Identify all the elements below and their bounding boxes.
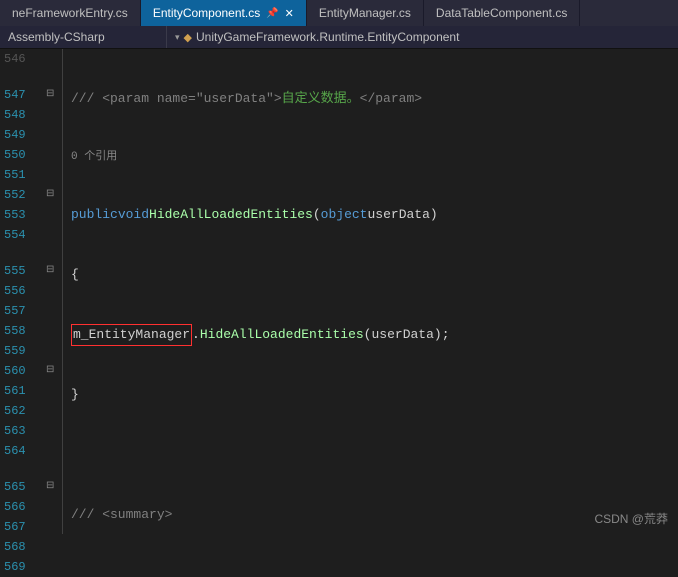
code-line: m_EntityManager.HideAllLoadedEntities(us… [71, 325, 678, 345]
code-editor[interactable]: 546 547 548 549 550 551 552 553 554 555 … [0, 49, 678, 534]
symbol-path: UnityGameFramework.Runtime.EntityCompone… [196, 30, 459, 44]
line-number: 556 [4, 281, 38, 301]
tab-file-2[interactable]: EntityManager.cs [307, 0, 424, 26]
project-dropdown[interactable]: Assembly-CSharp [0, 26, 167, 48]
code-area[interactable]: /// <param name="userData">自定义数据。</param… [63, 49, 678, 534]
fold-gutter: ⊟ ⊟ ⊟ ⊟ ⊟ [46, 49, 62, 534]
pin-icon[interactable]: 📌 [266, 8, 278, 19]
code-line: /// <param name="userData">自定义数据。</param… [71, 89, 678, 109]
line-number: 546 [4, 49, 38, 69]
line-number: 551 [4, 165, 38, 185]
line-number: 552 [4, 185, 38, 205]
line-number: 554 [4, 225, 38, 245]
fold-toggle[interactable]: ⊟ [46, 185, 62, 205]
line-number: 562 [4, 401, 38, 421]
code-line [71, 445, 678, 465]
line-number: 550 [4, 145, 38, 165]
line-number: 553 [4, 205, 38, 225]
line-number: 547 [4, 85, 38, 105]
code-line: } [71, 385, 678, 405]
fold-toggle[interactable]: ⊟ [46, 261, 62, 281]
line-number: 559 [4, 341, 38, 361]
tab-label: EntityComponent.cs [153, 6, 260, 20]
code-line: public void HideAllLoadedEntities(object… [71, 205, 678, 225]
tab-file-1[interactable]: EntityComponent.cs 📌 ✕ [141, 0, 307, 26]
line-number: 549 [4, 125, 38, 145]
tab-bar: neFrameworkEntry.cs EntityComponent.cs 📌… [0, 0, 678, 26]
tab-label: DataTableComponent.cs [436, 6, 567, 20]
watermark: CSDN @荒莽 [594, 510, 668, 527]
line-number: 558 [4, 321, 38, 341]
line-number: 561 [4, 381, 38, 401]
chevron-down-icon: ▾ [175, 32, 180, 43]
line-number: 568 [4, 537, 38, 557]
code-line: { [71, 265, 678, 285]
line-number: 548 [4, 105, 38, 125]
fold-toggle[interactable]: ⊟ [46, 477, 62, 497]
close-icon[interactable]: ✕ [285, 7, 294, 20]
line-number: 563 [4, 421, 38, 441]
symbol-dropdown[interactable]: ▾ ◆ UnityGameFramework.Runtime.EntityCom… [167, 30, 467, 44]
project-name: Assembly-CSharp [8, 30, 105, 44]
line-number-gutter: 546 547 548 549 550 551 552 553 554 555 … [0, 49, 46, 534]
class-icon: ◆ [184, 31, 192, 44]
codelens[interactable]: 0 个引用 [71, 149, 678, 165]
line-number: 557 [4, 301, 38, 321]
fold-toggle[interactable]: ⊟ [46, 85, 62, 105]
tab-file-0[interactable]: neFrameworkEntry.cs [0, 0, 141, 26]
line-number: 565 [4, 477, 38, 497]
tab-label: EntityManager.cs [319, 6, 411, 20]
context-bar: Assembly-CSharp ▾ ◆ UnityGameFramework.R… [0, 26, 678, 49]
highlight-box: m_EntityManager [71, 324, 192, 346]
fold-toggle[interactable]: ⊟ [46, 361, 62, 381]
line-number: 569 [4, 557, 38, 577]
line-number: 555 [4, 261, 38, 281]
tab-file-3[interactable]: DataTableComponent.cs [424, 0, 580, 26]
line-number: 560 [4, 361, 38, 381]
line-number: 567 [4, 517, 38, 537]
tab-label: neFrameworkEntry.cs [12, 6, 128, 20]
line-number: 564 [4, 441, 38, 461]
line-number: 566 [4, 497, 38, 517]
code-line: /// <summary> [71, 505, 678, 525]
